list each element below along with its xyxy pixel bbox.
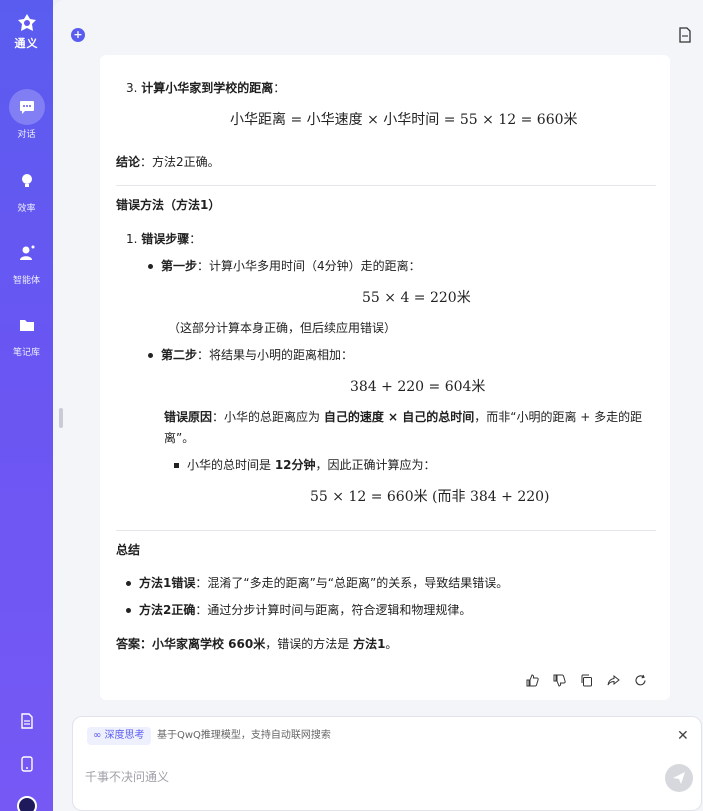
chat-input-box: ∞ 深度思考 基于QwQ推理模型，支持自动联网搜索 ✕: [72, 716, 702, 811]
step-b-label: 第二步: [161, 348, 198, 362]
sidebar-item-label: 效率: [17, 204, 36, 214]
refresh-icon[interactable]: [634, 672, 647, 686]
wrong-steps-line: 1. 错误步骤：: [126, 230, 201, 249]
summary-text: ：混淆了“多走的距离”与“总距离”的关系，导致结果错误。: [195, 576, 509, 590]
sidebar-item-notes[interactable]: 笔记库: [0, 307, 53, 358]
deep-think-toggle[interactable]: ∞ 深度思考: [87, 727, 151, 745]
divider: [116, 185, 656, 186]
close-icon[interactable]: ✕: [677, 729, 689, 743]
deep-think-icon: ∞: [93, 730, 105, 741]
bullet: [174, 463, 179, 468]
message-actions: [526, 672, 647, 687]
conclusion-label: 结论: [116, 155, 141, 169]
copy-icon[interactable]: [580, 672, 593, 687]
chat-icon: [8, 89, 45, 125]
new-chat-button[interactable]: +: [71, 28, 85, 42]
bullet: [148, 353, 153, 358]
colon: ：: [273, 81, 286, 95]
answer-card: 3. 计算小华家到学校的距离： 小华距离 = 小华速度 × 小华时间 = 55 …: [100, 55, 670, 700]
final-answer: 答案：小华家离学校 660米，错误的方法是 方法1。: [116, 635, 397, 654]
total-time-line: 小华的总时间是 12分钟，因此正确计算应为：: [174, 456, 436, 475]
step-a-line: 第一步：计算小华多用时间（4分钟）走的距离：: [148, 257, 421, 276]
answer-text: ，错误的方法是: [265, 637, 354, 651]
send-button[interactable]: [665, 764, 693, 792]
summary-item-1: 方法1错误：混淆了“多走的距离”与“总距离”的关系，导致结果错误。: [126, 574, 508, 593]
reason-text: ，而非“小明的距离 + 多走的距: [474, 410, 643, 424]
conclusion: 结论：方法2正确。: [116, 153, 220, 172]
reason-label: 错误原因: [164, 410, 213, 424]
send-icon: [673, 772, 685, 784]
agent-icon: [9, 235, 45, 271]
sidebar-item-label: 笔记库: [12, 348, 40, 358]
colon: ：: [189, 232, 202, 246]
list-number: 1.: [126, 232, 138, 246]
main-area: + 3. 计算小华家到学校的距离： 小华距离 = 小华速度 × 小华时间 = 5…: [53, 0, 703, 811]
reason-text: ：小华的总距离应为: [212, 410, 324, 424]
step-a-formula: 55 × 4 = 220米: [362, 290, 471, 306]
logo-text: 通义: [14, 37, 39, 50]
reason-line-2: 离”。: [164, 431, 195, 445]
chat-input[interactable]: [85, 767, 645, 787]
step3-title: 计算小华家到学校的距离: [141, 81, 274, 95]
resize-handle[interactable]: [59, 408, 63, 428]
summary-label: 方法1错误: [139, 576, 196, 590]
answer-bold: 方法1: [353, 637, 386, 651]
history-doc-icon[interactable]: [678, 27, 692, 43]
step3-line: 3. 计算小华家到学校的距离：: [126, 79, 285, 98]
logo[interactable]: 通义: [0, 12, 53, 51]
avatar[interactable]: [17, 796, 37, 811]
total-time-bold: 12分钟: [274, 458, 316, 472]
summary-heading: 总结: [116, 543, 141, 557]
sidebar-item-efficiency[interactable]: 效率: [0, 163, 53, 214]
step-a-label: 第一步: [161, 259, 198, 273]
summary-text: ：通过分步计算时间与距离，符合逻辑和物理规律。: [195, 603, 472, 617]
document-icon[interactable]: [0, 713, 53, 733]
bullet: [126, 608, 131, 613]
divider: [116, 530, 656, 531]
share-icon[interactable]: [607, 672, 620, 686]
tablet-icon[interactable]: [0, 756, 53, 776]
bulb-icon: [9, 163, 45, 199]
sidebar-item-agents[interactable]: 智能体: [0, 235, 53, 286]
logo-icon: [16, 12, 38, 34]
step-b-line: 第二步：将结果与小明的距离相加：: [148, 346, 353, 365]
answer-text: 。: [385, 637, 398, 651]
deep-think-description: 基于QwQ推理模型，支持自动联网搜索: [157, 730, 331, 741]
sidebar: 通义 对话 效率 智能体 笔记库: [0, 0, 53, 811]
step-b-formula: 384 + 220 = 604米: [350, 379, 486, 395]
bullet: [148, 264, 153, 269]
step3-formula: 小华距离 = 小华速度 × 小华时间 = 55 × 12 = 660米: [230, 112, 578, 128]
sidebar-item-chat[interactable]: 对话: [0, 89, 53, 140]
sidebar-item-label: 智能体: [12, 276, 40, 286]
sidebar-item-label: 对话: [17, 130, 36, 140]
conclusion-text: ：方法2正确。: [140, 155, 220, 169]
summary-item-2: 方法2正确：通过分步计算时间与距离，符合逻辑和物理规律。: [126, 601, 471, 620]
step-a-text: ：计算小华多用时间（4分钟）走的距离：: [197, 259, 421, 273]
thumbs-down-icon[interactable]: [553, 672, 566, 687]
wrong-method-heading: 错误方法（方法1）: [116, 198, 221, 212]
summary-label: 方法2正确: [139, 603, 196, 617]
folder-icon: [9, 307, 45, 343]
deep-think-label: 深度思考: [104, 730, 145, 741]
step-b-text: ：将结果与小明的距离相加：: [197, 348, 354, 362]
wrong-steps-title: 错误步骤: [141, 232, 190, 246]
reason-bold: 自己的速度 × 自己的总时间: [323, 410, 475, 424]
reason-line-1: 错误原因：小华的总距离应为 自己的速度 × 自己的总时间，而非“小明的距离 + …: [164, 408, 642, 427]
step-a-note: （这部分计算本身正确，但后续应用错误）: [168, 321, 397, 335]
thumbs-up-icon[interactable]: [526, 672, 539, 687]
answer-bold: 答案：小华家离学校 660米: [116, 637, 266, 651]
bullet: [126, 581, 131, 586]
correct-formula: 55 × 12 = 660米 (而非 384 + 220): [310, 489, 550, 505]
list-number: 3.: [126, 81, 138, 95]
total-time-text: 小华的总时间是: [187, 458, 275, 472]
total-time-text: ，因此正确计算应为：: [315, 458, 436, 472]
